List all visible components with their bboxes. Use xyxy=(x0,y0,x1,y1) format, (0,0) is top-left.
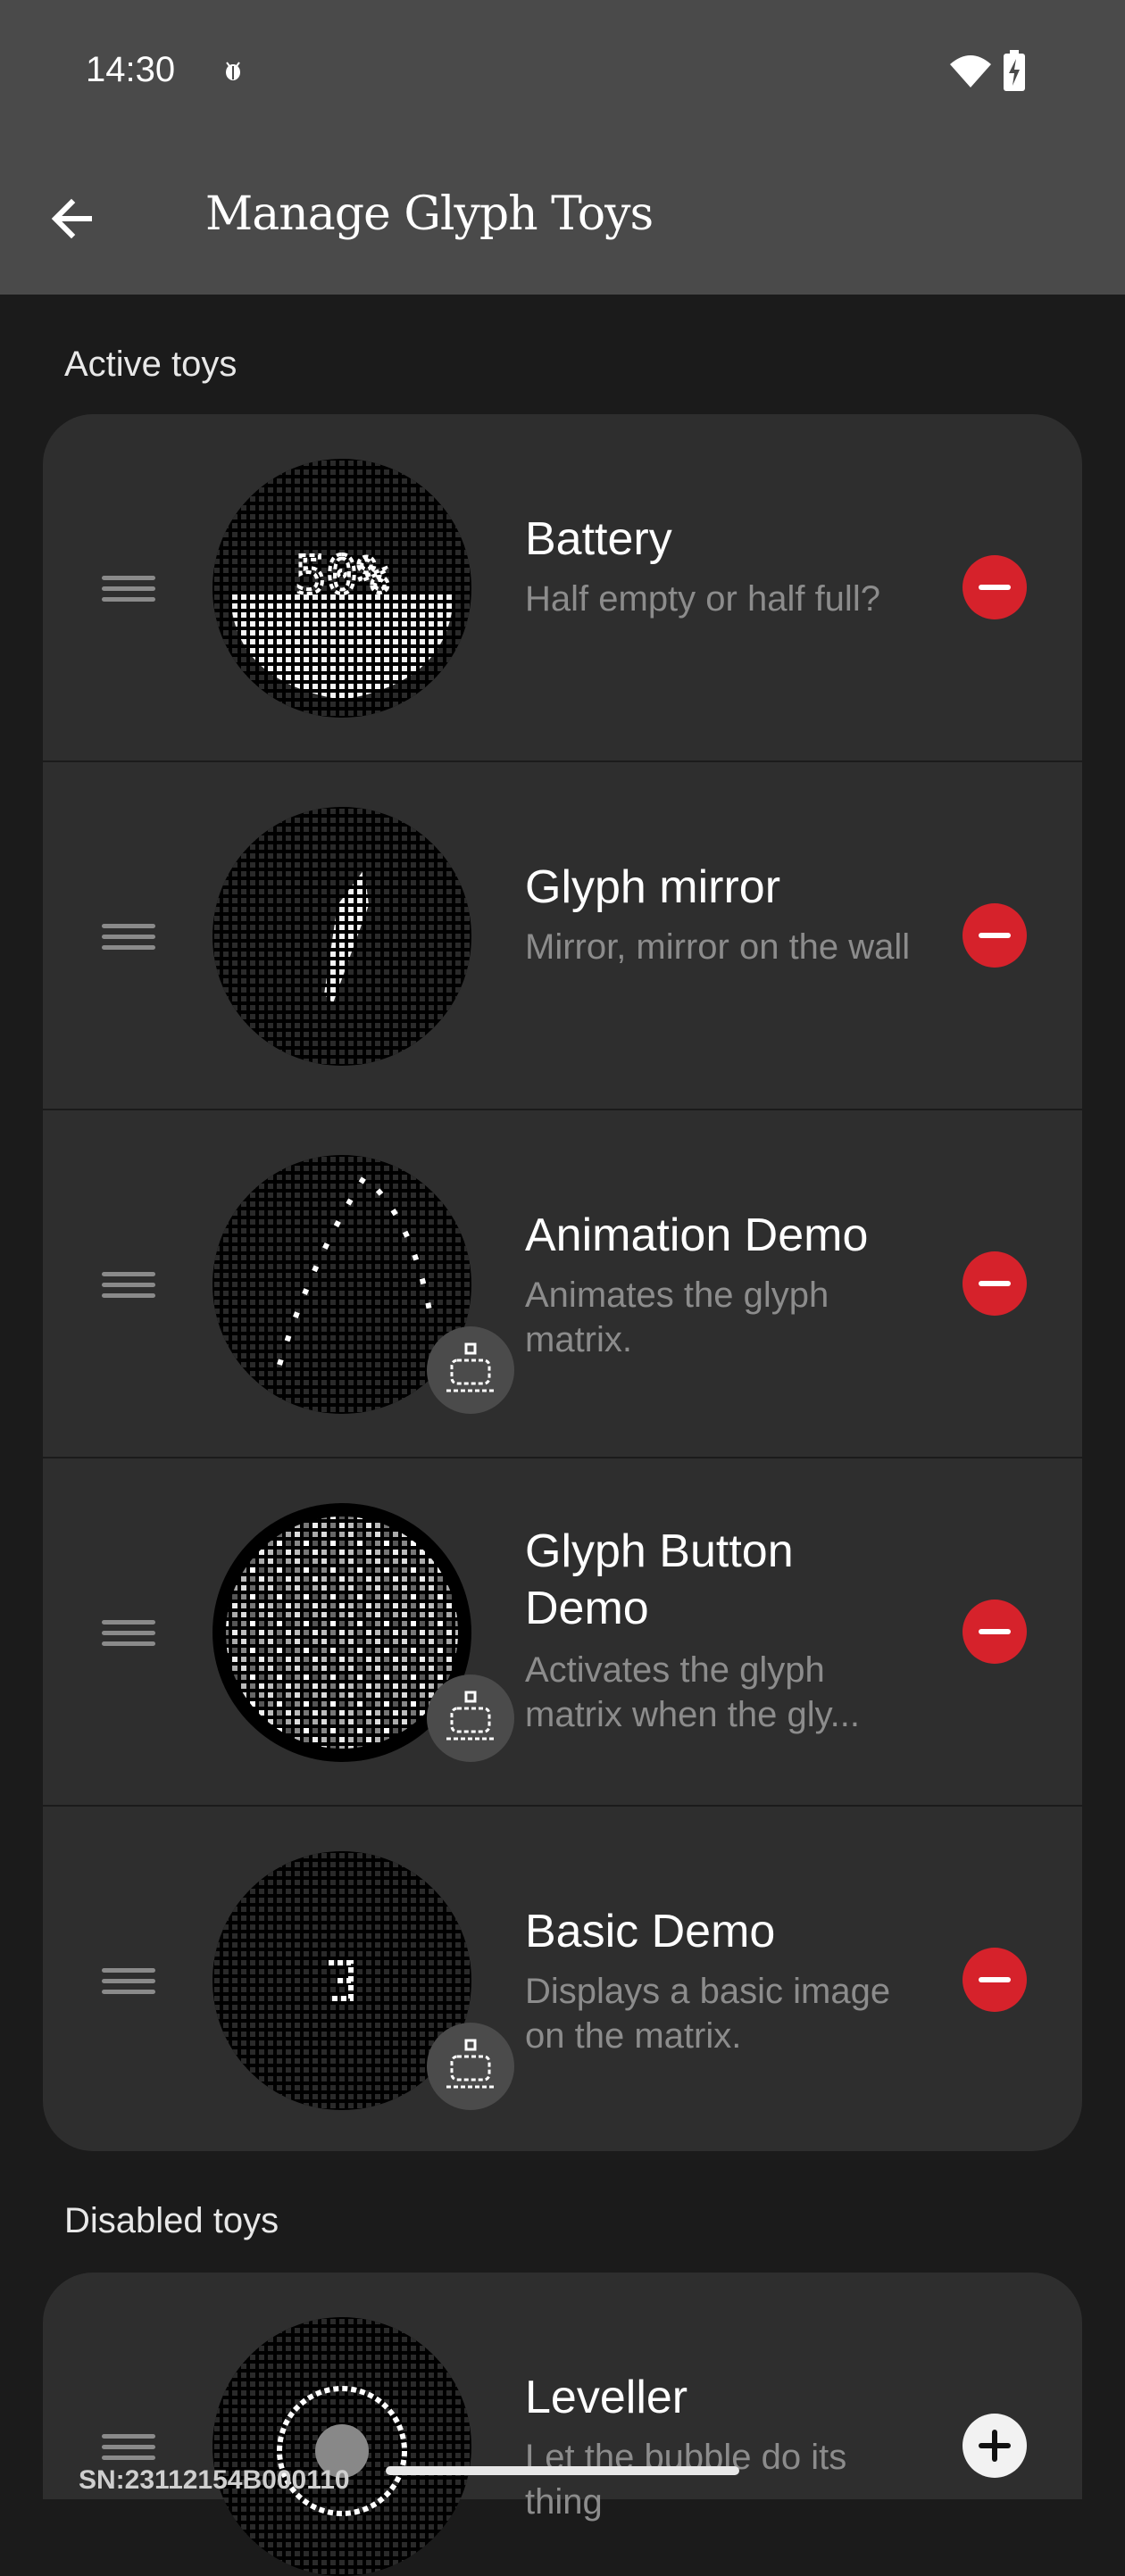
toy-card-battery[interactable]: 50% Battery Half empty or half full? xyxy=(43,414,1082,762)
drag-handle-icon[interactable] xyxy=(102,1620,155,1647)
section-active-label: Active toys xyxy=(64,345,238,384)
toy-thumbnail xyxy=(212,807,471,1066)
toy-card-basic-demo[interactable]: Basic Demo Displays a basic image on the… xyxy=(43,1807,1082,2151)
demo-badge-icon xyxy=(427,1674,514,1762)
drag-handle-icon[interactable] xyxy=(102,1272,155,1299)
add-button[interactable] xyxy=(962,2414,1027,2478)
drag-handle-icon[interactable] xyxy=(102,2434,155,2461)
toy-thumbnail xyxy=(212,2317,471,2576)
wifi-icon xyxy=(950,55,991,87)
status-time: 14:30 xyxy=(86,50,176,89)
page-title: Manage Glyph Toys xyxy=(205,187,654,241)
remove-icon xyxy=(979,1977,1011,1982)
drag-handle-icon[interactable] xyxy=(102,1968,155,1995)
battery-thumb-text: 50% xyxy=(296,544,389,605)
remove-button[interactable] xyxy=(962,1948,1027,2012)
section-disabled-label: Disabled toys xyxy=(64,2201,279,2240)
remove-icon xyxy=(979,1281,1011,1286)
toy-name: Glyph Button Demo xyxy=(525,1525,794,1634)
serial-number: SN:23112154B000110 xyxy=(79,2465,350,2495)
toy-name: Glyph mirror xyxy=(525,861,781,913)
toy-description: Let the bubble do its thing xyxy=(525,2438,847,2522)
remove-button[interactable] xyxy=(962,555,1027,619)
drag-handle-icon[interactable] xyxy=(102,576,155,602)
back-arrow-icon[interactable] xyxy=(46,192,100,245)
remove-icon xyxy=(979,1629,1011,1634)
bug-icon xyxy=(226,62,240,80)
app-bar: Manage Glyph Toys xyxy=(0,143,1125,295)
toy-name: Basic Demo xyxy=(525,1906,776,1957)
toy-name: Animation Demo xyxy=(525,1209,869,1261)
remove-button[interactable] xyxy=(962,1251,1027,1316)
toy-thumbnail: 50% xyxy=(212,459,471,718)
toy-name: Leveller xyxy=(525,2372,688,2423)
toy-description: Activates the glyph matrix when the gly.… xyxy=(525,1650,860,1734)
toy-description: Displays a basic image on the matrix. xyxy=(525,1972,891,2056)
toy-description: Animates the glyph matrix. xyxy=(525,1276,829,1359)
remove-button[interactable] xyxy=(962,903,1027,968)
toy-card-animation-demo[interactable]: Animation Demo Animates the glyph matrix… xyxy=(43,1110,1082,1458)
battery-charging-icon xyxy=(1004,50,1025,91)
demo-badge-icon xyxy=(427,2023,514,2110)
drag-handle-icon[interactable] xyxy=(102,924,155,951)
toy-description: Half empty or half full? xyxy=(525,579,880,619)
home-indicator[interactable] xyxy=(386,2466,739,2475)
toy-card-glyph-button-demo[interactable]: Glyph Button Demo Activates the glyph ma… xyxy=(43,1458,1082,1807)
remove-button[interactable] xyxy=(962,1600,1027,1664)
toy-name: Battery xyxy=(525,513,672,565)
remove-icon xyxy=(979,933,1011,938)
status-bar: 14:30 xyxy=(0,0,1125,143)
remove-icon xyxy=(979,585,1011,590)
toy-description: Mirror, mirror on the wall xyxy=(525,927,911,967)
toy-card-glyph-mirror[interactable]: Glyph mirror Mirror, mirror on the wall xyxy=(43,762,1082,1110)
demo-badge-icon xyxy=(427,1326,514,1414)
